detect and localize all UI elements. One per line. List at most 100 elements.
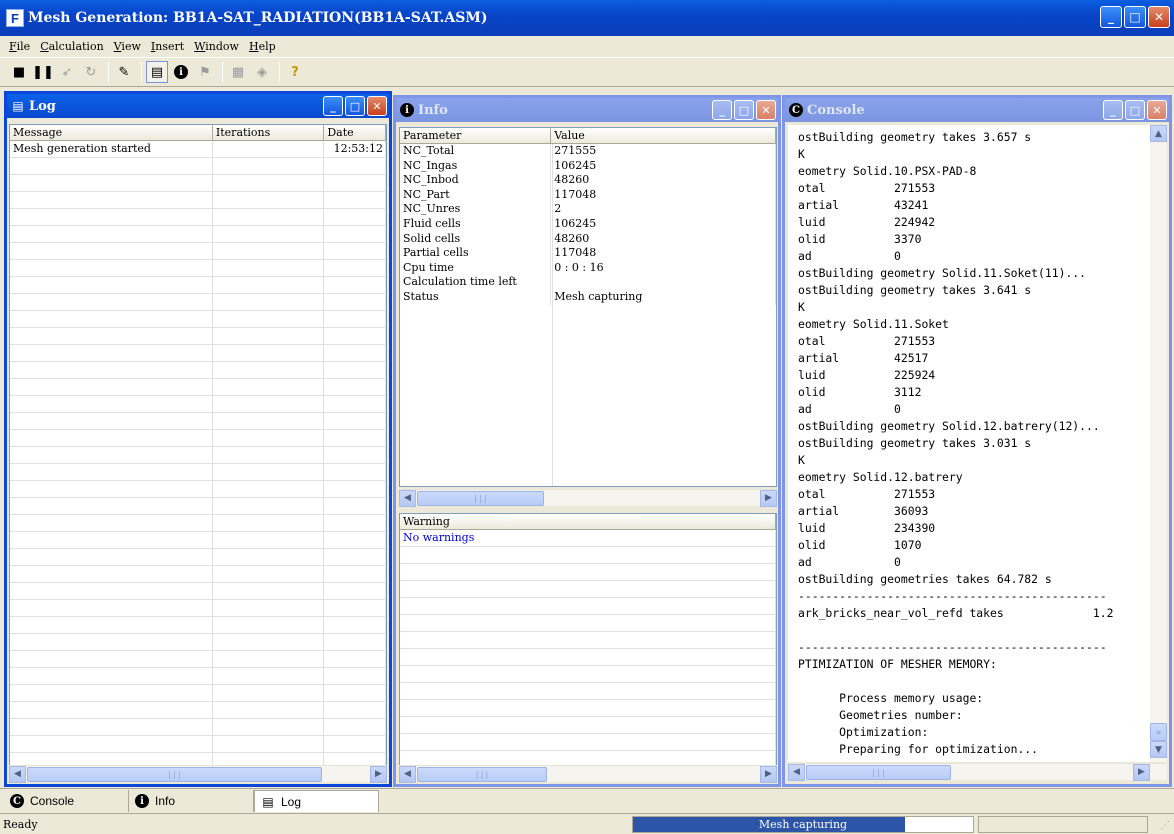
console-line: eometry Solid.10.PSX-PAD-8	[798, 164, 977, 178]
scroll-left-arrow[interactable]: ◀	[788, 763, 805, 781]
info-column-value[interactable]: Value	[551, 128, 776, 143]
console-close-button[interactable]: ✕	[1147, 100, 1167, 120]
menu-file[interactable]: File	[4, 40, 35, 53]
console-horizontal-scrollbar[interactable]: ◀ ||| ▶	[788, 763, 1167, 781]
table-row[interactable]: NC_Part 117048	[400, 187, 776, 203]
flag-icon[interactable]: ⚑	[194, 61, 216, 83]
scroll-up-arrow[interactable]: ▲	[1150, 125, 1167, 142]
log-minimize-button[interactable]: _	[323, 96, 343, 116]
empty-row	[10, 464, 386, 481]
info-minimize-button[interactable]: _	[712, 100, 732, 120]
table-row[interactable]: NC_Ingas 106245	[400, 158, 776, 174]
log-column-date[interactable]: Date	[324, 125, 386, 140]
empty-row	[10, 498, 386, 515]
console-output[interactable]: ostBuilding geometry takes 3.657 s Keomet…	[788, 125, 1150, 762]
table-row[interactable]: Mesh generation started 12:53:12	[10, 141, 386, 158]
status-cell	[978, 816, 1148, 833]
scroll-thumb[interactable]: |||	[806, 765, 951, 780]
scroll-thumb[interactable]: |||	[27, 767, 322, 782]
log-column-iterations[interactable]: Iterations	[212, 125, 325, 140]
table-row[interactable]: NC_Total 271555	[400, 144, 776, 159]
table-row[interactable]: Status Mesh capturing	[400, 289, 776, 305]
console-line: ostBuilding geometry takes 3.031 s	[798, 436, 1032, 450]
toolbar-separator	[279, 62, 280, 82]
console-line: ad 0	[798, 402, 901, 416]
scroll-right-arrow[interactable]: ▶	[1133, 763, 1150, 781]
info-column-parameter[interactable]: Parameter	[400, 128, 552, 143]
info-icon[interactable]: i	[170, 61, 192, 83]
scroll-thumb[interactable]: |||	[417, 767, 547, 782]
table-row[interactable]: NC_Unres 2	[400, 202, 776, 217]
table-row[interactable]: Calculation time left	[400, 275, 776, 290]
console-vertical-scrollbar[interactable]: ▲ ≡ ▼	[1150, 125, 1167, 762]
console-maximize-button[interactable]: □	[1125, 100, 1145, 120]
log-document-icon[interactable]: ▤	[146, 61, 168, 83]
pause-icon[interactable]: ❚❚	[32, 61, 54, 83]
console-line: artial 42517	[798, 351, 929, 365]
empty-row	[10, 192, 386, 209]
menu-insert[interactable]: Insert	[146, 40, 189, 53]
stop-icon[interactable]: ■	[8, 61, 30, 83]
scroll-left-arrow[interactable]: ◀	[9, 765, 26, 783]
scroll-left-arrow[interactable]: ◀	[399, 765, 416, 783]
help-icon[interactable]: ?	[284, 61, 306, 83]
info-icon: i	[135, 794, 149, 808]
status-bar: Ready Mesh capturing ⋰	[0, 813, 1174, 834]
tab-info[interactable]: i Info	[129, 790, 254, 812]
info-horizontal-scrollbar[interactable]: ◀ ||| ▶	[399, 489, 777, 507]
info-value-cell	[551, 275, 776, 290]
minimize-button[interactable]: _	[1100, 6, 1122, 28]
console-title-bar[interactable]: C Console _ □ ✕	[785, 98, 1169, 122]
app-icon[interactable]: F	[6, 9, 24, 27]
scroll-right-arrow[interactable]: ▶	[760, 765, 777, 783]
log-horizontal-scrollbar[interactable]: ◀ ||| ▶	[9, 765, 387, 783]
scroll-right-arrow[interactable]: ▶	[760, 489, 777, 507]
tab-log[interactable]: ▤ Log	[254, 790, 379, 812]
table-row[interactable]: Fluid cells 106245	[400, 216, 776, 232]
table-row[interactable]: Cpu time 0 : 0 : 16	[400, 260, 776, 276]
list-item[interactable]: No warnings	[400, 530, 776, 547]
close-button[interactable]: ✕	[1148, 6, 1170, 28]
console-c-icon: C	[10, 794, 24, 808]
pin-icon[interactable]: ✎	[113, 61, 135, 83]
log-title-bar[interactable]: ▤ Log _ □ ✕	[7, 94, 389, 118]
console-minimize-button[interactable]: _	[1103, 100, 1123, 120]
menu-calculation[interactable]: Calculation	[35, 40, 108, 53]
scroll-left-arrow[interactable]: ◀	[399, 489, 416, 507]
log-close-button[interactable]: ✕	[367, 96, 387, 116]
info-maximize-button[interactable]: □	[734, 100, 754, 120]
empty-row	[10, 702, 386, 719]
tab-console-label: Console	[30, 794, 75, 808]
info-title-bar[interactable]: i Info _ □ ✕	[396, 98, 778, 122]
info-value-cell: 48260	[551, 173, 776, 188]
mesh-grid-icon[interactable]: ▦	[227, 61, 249, 83]
empty-row	[10, 617, 386, 634]
warning-column[interactable]: Warning	[400, 514, 776, 529]
menu-view[interactable]: View	[109, 40, 146, 53]
refresh-icon[interactable]: ↻	[80, 61, 102, 83]
info-parameter-cell: Partial cells	[400, 246, 552, 261]
log-column-message[interactable]: Message	[10, 125, 213, 140]
cube-icon[interactable]: ◈	[251, 61, 273, 83]
table-row[interactable]: Solid cells 48260	[400, 231, 776, 247]
window-tabs: C Console i Info ▤ Log	[0, 788, 1174, 812]
log-maximize-button[interactable]: □	[345, 96, 365, 116]
resize-grip-icon[interactable]: ⋰	[1160, 820, 1172, 832]
console-title: Console	[807, 102, 865, 118]
table-row[interactable]: Partial cells 117048	[400, 246, 776, 261]
menu-help[interactable]: Help	[244, 40, 281, 53]
menu-window[interactable]: Window	[189, 40, 244, 53]
wrench-icon[interactable]: ➶	[56, 61, 78, 83]
table-row[interactable]: NC_Inbod 48260	[400, 173, 776, 188]
scroll-thumb[interactable]: ≡	[1150, 723, 1167, 741]
scroll-down-arrow[interactable]: ▼	[1150, 741, 1167, 758]
scroll-right-arrow[interactable]: ▶	[370, 765, 387, 783]
tab-console[interactable]: C Console	[4, 790, 129, 812]
maximize-button[interactable]: □	[1124, 6, 1146, 28]
scroll-thumb[interactable]: |||	[417, 491, 544, 506]
title-bar[interactable]: F Mesh Generation: BB1A-SAT_RADIATION(BB…	[0, 0, 1174, 36]
warning-horizontal-scrollbar[interactable]: ◀ ||| ▶	[399, 765, 777, 783]
info-close-button[interactable]: ✕	[756, 100, 776, 120]
console-line: artial 36093	[798, 504, 929, 518]
log-message-cell: Mesh generation started	[10, 141, 213, 157]
